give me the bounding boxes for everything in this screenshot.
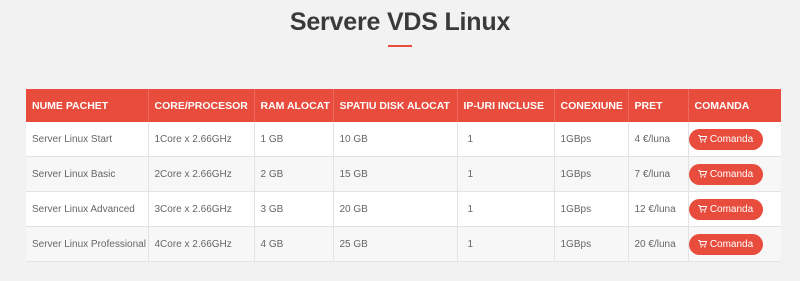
table-row: Server Linux Basic 2Core x 2.66GHz 2 GB … (26, 156, 781, 192)
shopping-cart-icon (697, 170, 707, 178)
title-underline (388, 45, 412, 47)
plan-price: 7 €/luna (628, 156, 689, 192)
plan-cpu: 2Core x 2.66GHz (148, 156, 255, 192)
plan-name: Server Linux Basic (26, 156, 149, 192)
header-spatiu-disk: SPATIU DISK ALOCAT (333, 89, 458, 122)
order-button-label: Comanda (709, 133, 754, 145)
table-row: Server Linux Professional 4Core x 2.66GH… (26, 226, 781, 262)
order-button-label: Comanda (709, 238, 754, 250)
order-cell: Comanda (688, 156, 781, 192)
plan-connection: 1GBps (554, 226, 629, 262)
header-comanda: COMANDA (688, 89, 781, 122)
plan-connection: 1GBps (554, 191, 629, 227)
order-button[interactable]: Comanda (688, 163, 763, 185)
plan-connection: 1GBps (554, 122, 629, 157)
plan-cpu: 4Core x 2.66GHz (148, 226, 255, 262)
plan-ips: 1 (457, 156, 555, 192)
plan-name: Server Linux Start (26, 122, 149, 157)
order-button-label: Comanda (709, 168, 754, 180)
table-row: Server Linux Advanced 3Core x 2.66GHz 3 … (26, 191, 781, 227)
plan-price: 12 €/luna (628, 191, 689, 227)
plan-disk: 15 GB (333, 156, 458, 192)
order-cell: Comanda (688, 226, 781, 262)
order-cell: Comanda (688, 191, 781, 227)
header-ip-uri: IP-URI INCLUSE (457, 89, 555, 122)
header-core-procesor: CORE/PROCESOR (148, 89, 255, 122)
order-button[interactable]: Comanda (688, 128, 763, 150)
order-button-label: Comanda (709, 203, 754, 215)
plan-disk: 25 GB (333, 226, 458, 262)
plan-cpu: 3Core x 2.66GHz (148, 191, 255, 227)
shopping-cart-icon (697, 205, 707, 213)
page-title: Servere VDS Linux (289, 8, 511, 36)
plan-name: Server Linux Advanced (26, 191, 149, 227)
vds-plans-table: NUME PACHET CORE/PROCESOR RAM ALOCAT SPA… (26, 89, 781, 262)
table-header-row: NUME PACHET CORE/PROCESOR RAM ALOCAT SPA… (26, 89, 781, 122)
shopping-cart-icon (697, 135, 707, 143)
plan-ips: 1 (457, 226, 555, 262)
header-ram-alocat: RAM ALOCAT (254, 89, 334, 122)
plan-cpu: 1Core x 2.66GHz (148, 122, 255, 157)
plan-ram: 2 GB (254, 156, 334, 192)
order-cell: Comanda (688, 122, 781, 157)
order-button[interactable]: Comanda (688, 198, 763, 220)
shopping-cart-icon (697, 240, 707, 248)
plan-name: Server Linux Professional (26, 226, 149, 262)
plan-disk: 10 GB (333, 122, 458, 157)
plan-ram: 1 GB (254, 122, 334, 157)
header-nume-pachet: NUME PACHET (26, 89, 149, 122)
header-pret: PRET (628, 89, 689, 122)
plan-disk: 20 GB (333, 191, 458, 227)
plan-ips: 1 (457, 122, 555, 157)
order-button[interactable]: Comanda (688, 233, 763, 255)
plan-ips: 1 (457, 191, 555, 227)
table-row: Server Linux Start 1Core x 2.66GHz 1 GB … (26, 122, 781, 157)
plan-price: 20 €/luna (628, 226, 689, 262)
plan-ram: 4 GB (254, 226, 334, 262)
header-conexiune: CONEXIUNE (554, 89, 629, 122)
plan-ram: 3 GB (254, 191, 334, 227)
plan-price: 4 €/luna (628, 122, 689, 157)
plan-connection: 1GBps (554, 156, 629, 192)
